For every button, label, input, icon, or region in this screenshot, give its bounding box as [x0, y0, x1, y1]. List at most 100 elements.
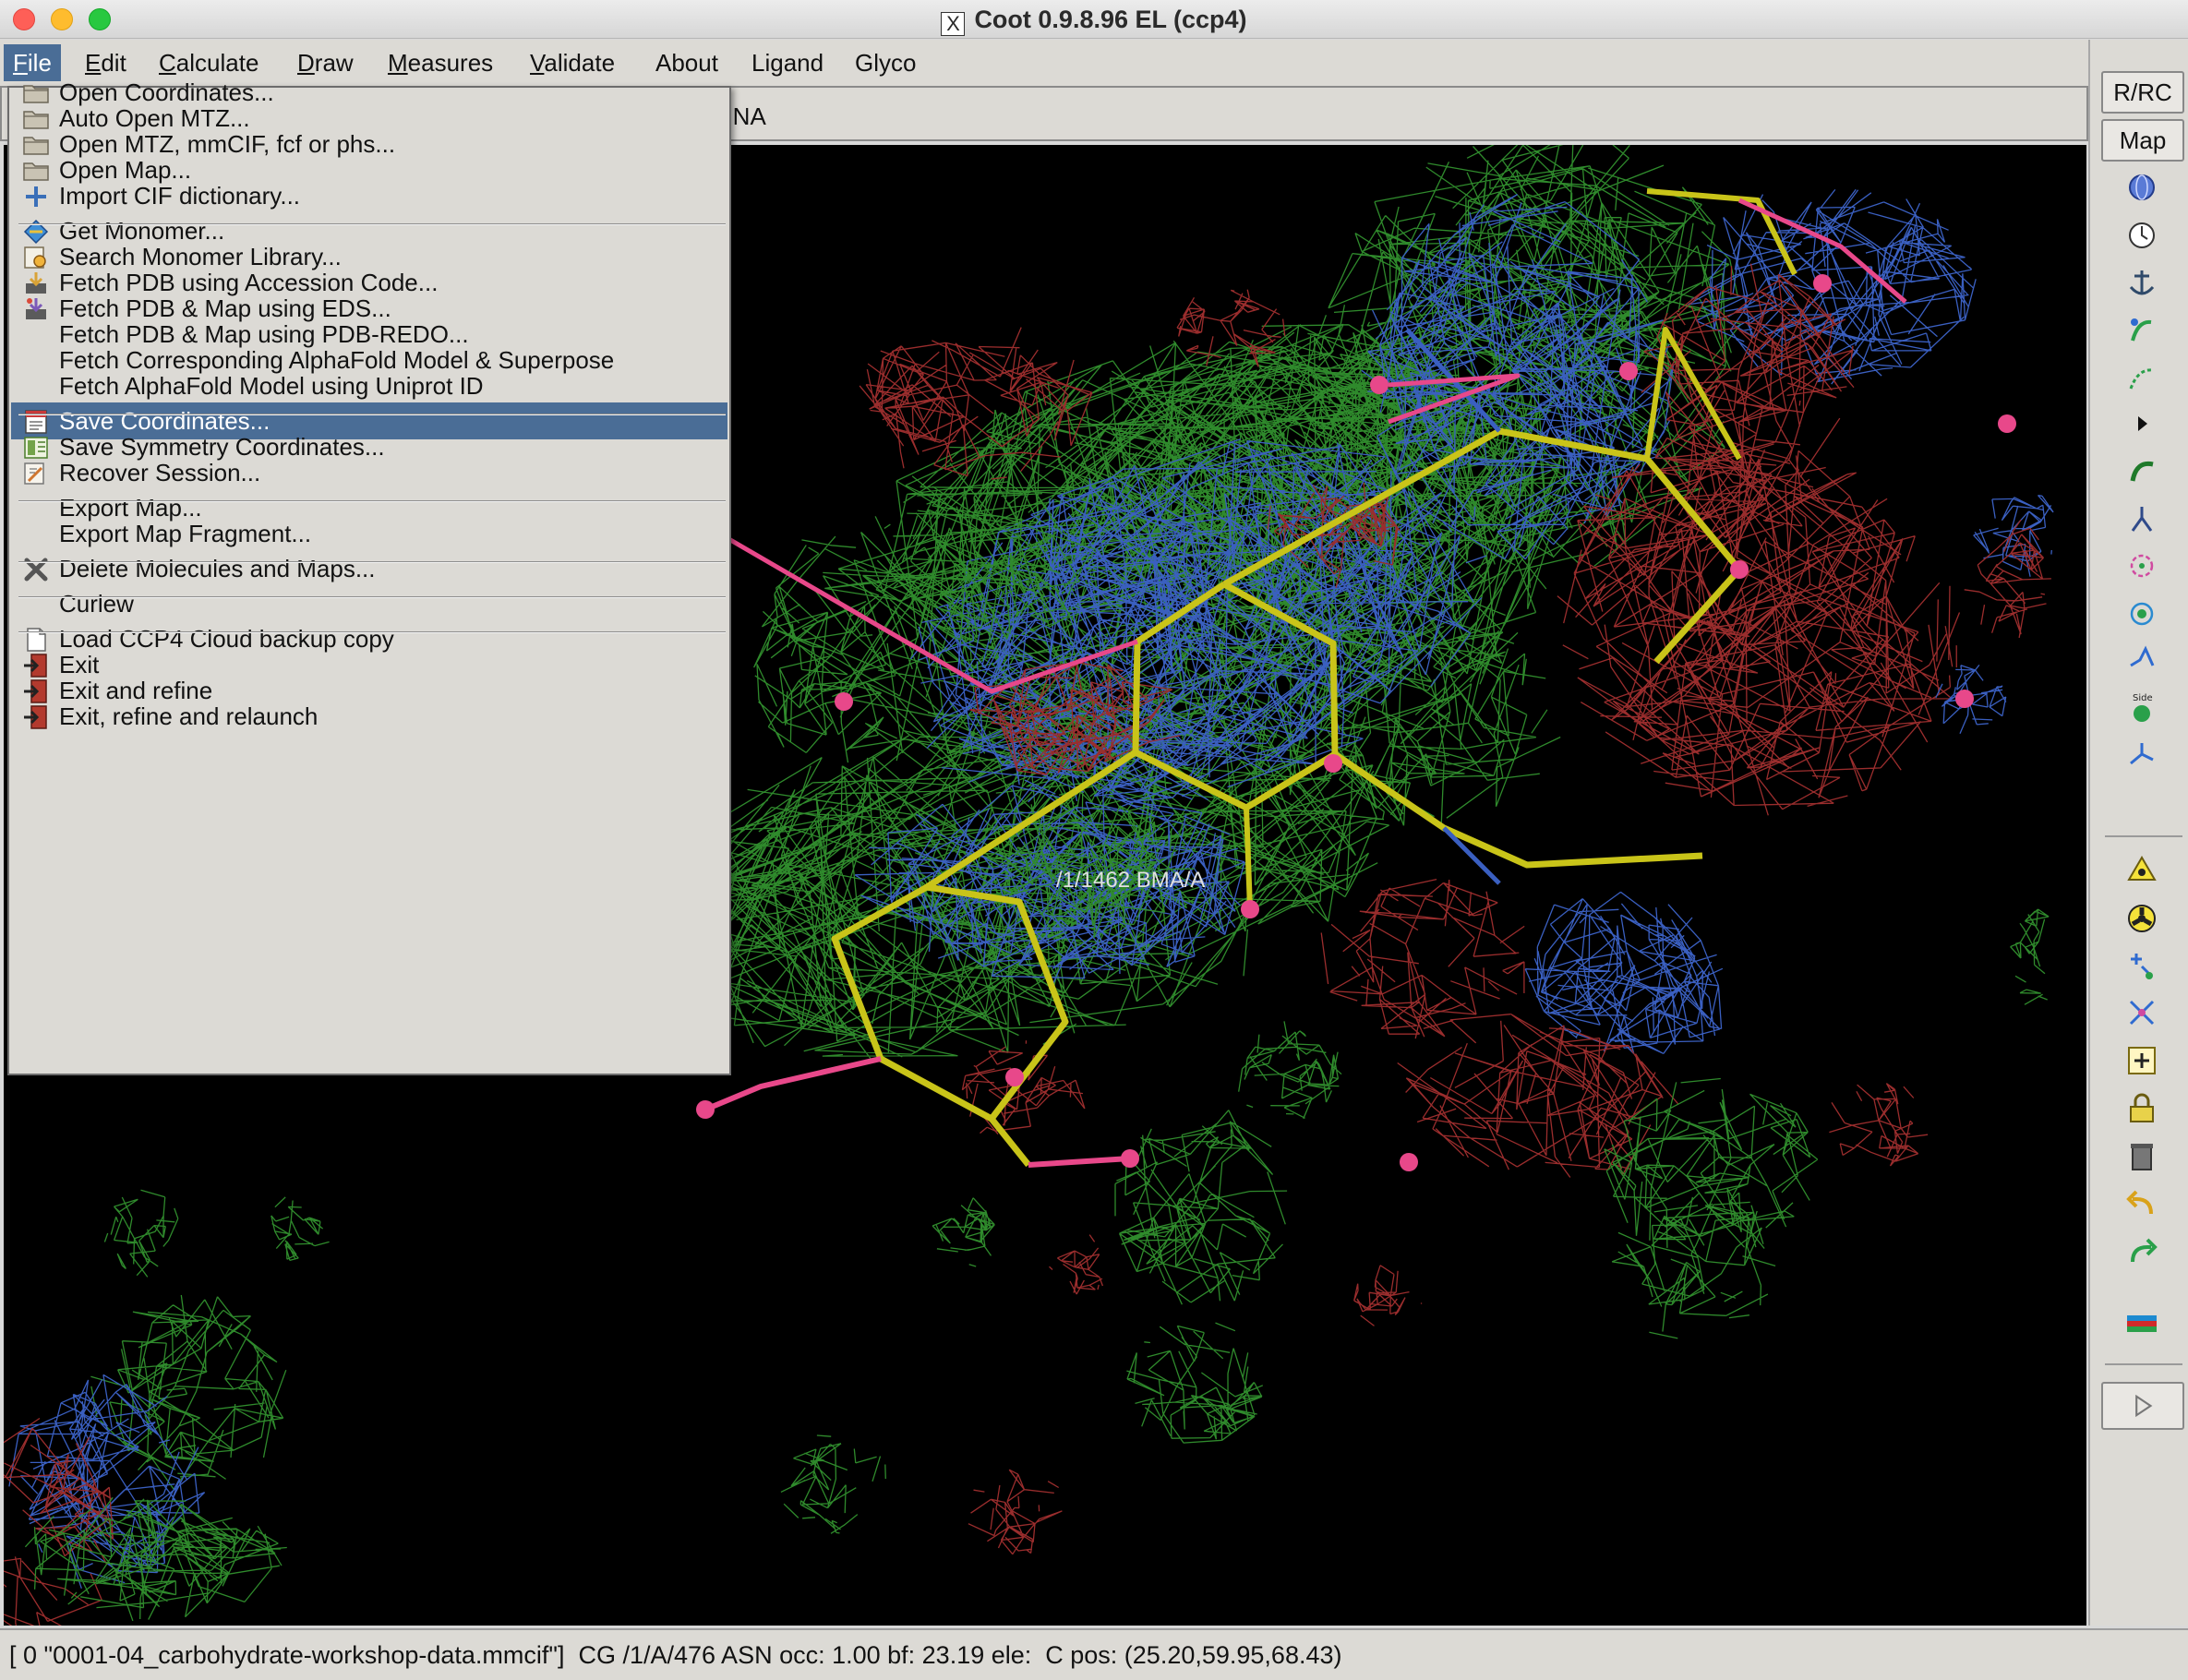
redo-icon[interactable] [2123, 1234, 2160, 1271]
file-menu-item-label: Exit, refine and relaunch [59, 702, 319, 730]
file-menu-item-label: Fetch AlphaFold Model using Uniprot ID [59, 372, 484, 400]
recover-icon [22, 460, 50, 486]
right-toolbar: R/RC Map Side [2088, 40, 2188, 1626]
file-menu-item-label: Delete Molecules and Maps... [59, 555, 376, 582]
density-blob [2010, 908, 2050, 1005]
density-blob [103, 1189, 179, 1278]
delete-atom-icon[interactable] [2123, 994, 2160, 1031]
add-atom-icon[interactable] [2123, 852, 2160, 889]
refine-icon[interactable] [2123, 453, 2160, 490]
density-blob [961, 1040, 1086, 1135]
side-chain-icon[interactable]: Side [2123, 690, 2160, 726]
atom-sphere[interactable] [1241, 900, 1259, 918]
auto-fit-icon[interactable] [2123, 643, 2160, 680]
atom-sphere[interactable] [696, 1100, 715, 1119]
file-menu-item-exit-refine-and-relaunch[interactable]: Exit, refine and relaunch [11, 698, 727, 735]
undo-icon[interactable] [2123, 1186, 2160, 1223]
map-button[interactable]: Map [2101, 119, 2184, 162]
globe-icon[interactable] [2123, 169, 2160, 206]
file-menu-item-curlew[interactable]: Curlew [11, 585, 727, 622]
rrc-button[interactable]: R/RC [2101, 71, 2184, 114]
rotate-translate-icon[interactable] [2123, 547, 2160, 584]
density-blob [932, 1197, 995, 1267]
svg-text:Side: Side [2133, 693, 2153, 703]
mutate-icon[interactable] [2123, 738, 2160, 774]
model-bond[interactable] [1028, 1156, 1131, 1168]
atom-sphere[interactable] [1370, 376, 1389, 394]
atom-sphere[interactable] [1813, 274, 1832, 293]
file-menu-item-export-map-fragment[interactable]: Export Map Fragment... [11, 515, 727, 552]
atom-sphere[interactable] [1998, 414, 2016, 433]
menu-mnemonic: C [159, 49, 176, 77]
mesh-lines [780, 1434, 886, 1534]
flag-icon[interactable] [2123, 1306, 2160, 1343]
anchor-icon[interactable] [2123, 265, 2160, 302]
atom-label: /1/1462 BMA/A [1056, 868, 1205, 893]
density-blob [780, 1434, 886, 1534]
plus-icon [22, 183, 50, 209]
radiation-icon[interactable] [2123, 900, 2160, 937]
atom-sphere[interactable] [1121, 1149, 1139, 1168]
expand-toolbar-button[interactable] [2101, 1382, 2184, 1430]
mesh-lines [968, 1469, 1063, 1555]
density-blob [1604, 1077, 1819, 1248]
density-blob [753, 535, 887, 763]
mesh-lines [1049, 1234, 1104, 1295]
atom-sphere[interactable] [1619, 362, 1638, 380]
menu-mnemonic: M [388, 49, 408, 77]
model-bond[interactable] [703, 1056, 882, 1112]
mesh-lines [1973, 494, 2054, 577]
menu-glyco[interactable]: Glyco [846, 44, 925, 81]
file-menu-item-recover-session[interactable]: Recover Session... [11, 454, 727, 491]
density-blob [270, 1196, 330, 1262]
status-text: [ 0 "0001-04_carbohydrate-workshop-data.… [9, 1641, 1342, 1669]
add-box-icon[interactable] [2123, 1042, 2160, 1079]
mesh-lines [932, 1197, 995, 1267]
mesh-lines [2010, 908, 2050, 1005]
density-blob [90, 1294, 287, 1490]
atom-sphere[interactable] [1324, 754, 1342, 773]
atom-sphere[interactable] [1955, 690, 1974, 708]
model-bond[interactable] [1333, 751, 1703, 869]
density-blob [1524, 891, 1724, 1054]
x11-icon: X [941, 12, 966, 36]
file-menu-item-fetch-alphafold-model-using-uniprot-id[interactable]: Fetch AlphaFold Model using Uniprot ID [11, 367, 727, 404]
rigid-body-icon[interactable] [2123, 595, 2160, 632]
rotamer-icon[interactable] [2123, 313, 2160, 350]
density-blob [1320, 878, 1525, 1039]
window-title: Coot 0.9.8.96 EL (ccp4) [974, 6, 1247, 33]
model-bond[interactable] [1442, 826, 1501, 885]
menu-mnemonic: V [530, 49, 545, 77]
menu-mnemonic: D [297, 49, 315, 77]
density-blob [1049, 1234, 1104, 1295]
mesh-lines [961, 1040, 1086, 1135]
menu-ligand[interactable]: Ligand [742, 44, 833, 81]
menu-separator [18, 223, 726, 225]
lock-icon[interactable] [2123, 1090, 2160, 1127]
density-blob [1114, 1110, 1288, 1305]
mesh-lines [1114, 1110, 1288, 1305]
mesh-lines [1126, 1322, 1264, 1444]
play-small-icon[interactable] [2123, 405, 2160, 442]
model-bond[interactable] [1244, 807, 1253, 910]
file-menu-item-delete-molecules-and-maps[interactable]: Delete Molecules and Maps... [11, 550, 727, 587]
toolbar-separator [2105, 835, 2182, 837]
regularize-icon[interactable] [2123, 501, 2160, 538]
clock-icon[interactable] [2123, 217, 2160, 254]
menu-separator [18, 500, 726, 502]
atom-sphere[interactable] [1005, 1068, 1024, 1086]
file-menu-item-import-cif-dictionary[interactable]: Import CIF dictionary... [11, 177, 727, 214]
menu-mnemonic: E [85, 49, 102, 77]
bin-icon[interactable] [2123, 1138, 2160, 1175]
dashed-chain-icon[interactable] [2123, 361, 2160, 398]
add-terminal-icon[interactable] [2123, 948, 2160, 985]
status-bar: [ 0 "0001-04_carbohydrate-workshop-data.… [0, 1628, 2188, 1680]
exit-icon [22, 703, 50, 729]
atom-sphere[interactable] [1730, 560, 1749, 579]
density-blob [1238, 1021, 1342, 1120]
atom-sphere[interactable] [1400, 1153, 1418, 1171]
toolbar-separator [2105, 1363, 2182, 1365]
mesh-lines [90, 1294, 287, 1490]
menu-separator [18, 414, 726, 415]
atom-sphere[interactable] [835, 692, 853, 711]
